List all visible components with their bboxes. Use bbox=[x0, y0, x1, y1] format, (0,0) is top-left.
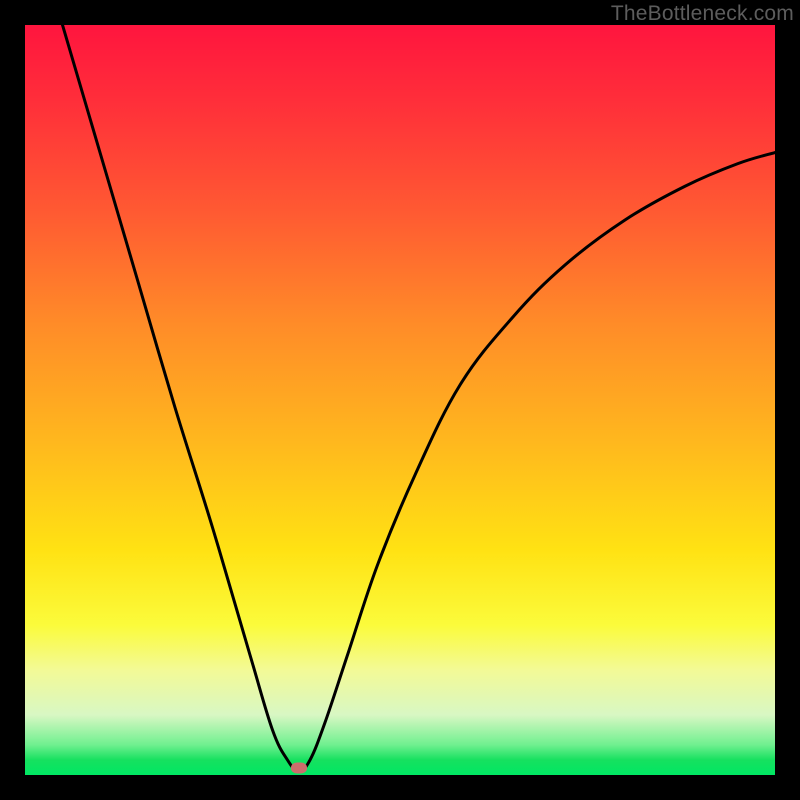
watermark-text: TheBottleneck.com bbox=[611, 2, 794, 26]
chart-frame: TheBottleneck.com bbox=[0, 0, 800, 800]
bottleneck-curve bbox=[25, 25, 775, 775]
plot-area bbox=[25, 25, 775, 775]
optimal-point-marker bbox=[291, 763, 307, 774]
